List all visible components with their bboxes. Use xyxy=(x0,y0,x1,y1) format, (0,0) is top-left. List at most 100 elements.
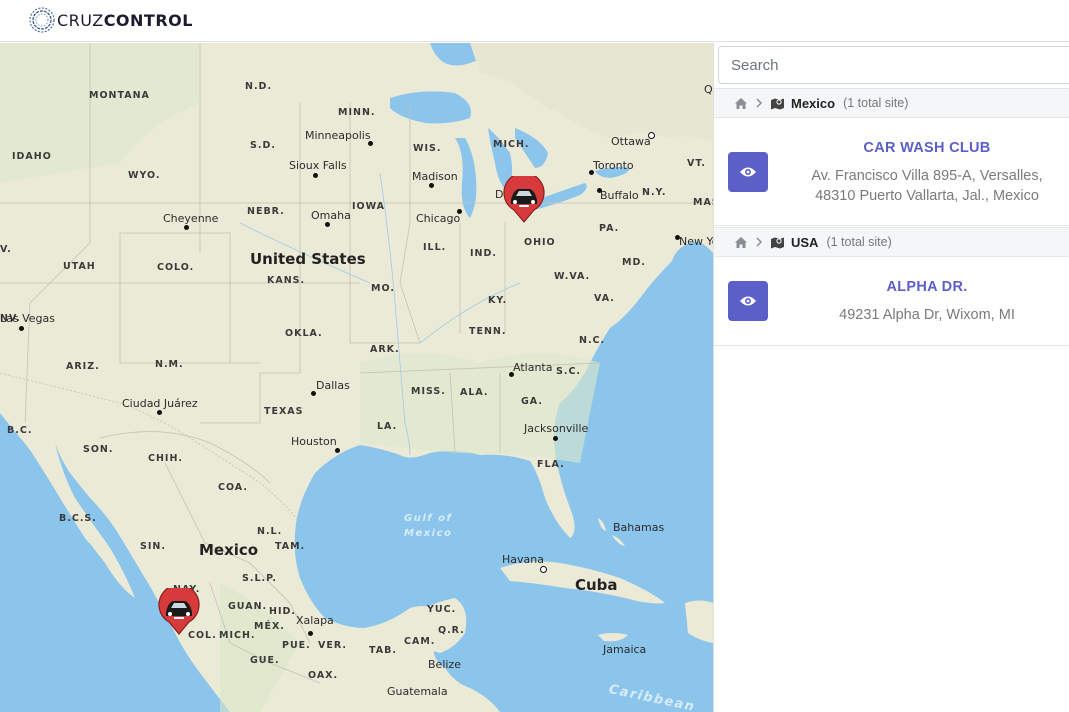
sites-panel: Mexico (1 total site) CAR WASH CLUB Av. … xyxy=(713,43,1069,712)
city-dot xyxy=(313,173,318,178)
logo-mark-icon xyxy=(29,7,55,33)
map-label-state: MISS. xyxy=(411,386,446,397)
map-label-state: WYO. xyxy=(128,170,161,181)
map-label-country: Mexico xyxy=(199,541,259,559)
city-dot xyxy=(308,631,313,636)
home-icon[interactable] xyxy=(734,236,748,249)
site-title[interactable]: ALPHA DR. xyxy=(784,279,1069,295)
map-label-state: OHIO xyxy=(524,237,556,248)
map-label-state: IND. xyxy=(470,248,497,259)
map-label-city: Ottawa xyxy=(611,135,651,148)
map-label-city: Atlanta xyxy=(513,361,553,374)
map-label-state: N.M. xyxy=(155,359,184,370)
site-card: CAR WASH CLUB Av. Francisco Villa 895-A,… xyxy=(714,118,1069,226)
map-label-state: MICH. xyxy=(493,139,530,150)
breadcrumb-site-count: (1 total site) xyxy=(826,235,892,249)
map-label-state: MONTANA xyxy=(89,90,150,101)
search-input[interactable] xyxy=(718,46,1069,84)
map-label-state: WIS. xyxy=(413,143,442,154)
map-label-state: MINN. xyxy=(338,107,376,118)
map-label-state: LA. xyxy=(377,421,398,432)
map-label-state: COA. xyxy=(218,482,248,493)
car-marker-mexico[interactable] xyxy=(155,588,203,636)
map-label-state: N.Y. xyxy=(642,187,667,198)
map-label-state: COLO. xyxy=(157,262,195,273)
view-site-button[interactable] xyxy=(728,281,768,321)
car-marker-usa[interactable] xyxy=(500,176,548,224)
map-label-city: Chicago xyxy=(416,212,461,225)
map-label-state: B.C. xyxy=(7,425,33,436)
map-label-state: MD. xyxy=(622,257,646,268)
map-label-city: Xalapa xyxy=(296,614,334,627)
map-label-city: Toronto xyxy=(593,159,634,172)
site-address-line-1: 49231 Alpha Dr, Wixom, MI xyxy=(839,307,1015,323)
map-label-state: OKLA. xyxy=(285,328,323,339)
map-label-state: Q.R. xyxy=(438,625,465,636)
map-label-state: ILL. xyxy=(423,242,447,253)
map-label-country: United States xyxy=(250,250,366,268)
map-location-icon xyxy=(770,236,785,249)
map-label-city: Sioux Falls xyxy=(289,159,347,172)
city-dot xyxy=(325,222,330,227)
map-label-state: KANS. xyxy=(267,275,306,286)
map-view[interactable]: MONTANA N.D. MINN. IDAHO WYO. S.D. WIS. … xyxy=(0,43,713,712)
breadcrumb-usa[interactable]: USA (1 total site) xyxy=(714,227,1069,257)
city-dot xyxy=(553,436,558,441)
map-label-state: YUC. xyxy=(427,604,457,615)
map-basemap xyxy=(0,43,713,712)
map-label-state: MO. xyxy=(371,283,395,294)
map-label-water: Mexico xyxy=(404,528,453,539)
map-label-state: V. xyxy=(0,244,12,255)
brand-name-light: CRUZ xyxy=(57,10,104,30)
home-icon[interactable] xyxy=(734,97,748,110)
map-label-state: MASS xyxy=(693,197,713,208)
map-label-state: N.D. xyxy=(245,81,273,92)
site-title[interactable]: CAR WASH CLUB xyxy=(784,140,1069,156)
map-label-state: N.L. xyxy=(257,526,283,537)
map-label-city: Jacksonville xyxy=(524,422,589,435)
map-label-city: New York xyxy=(679,235,713,248)
map-label-state: IOWA xyxy=(352,201,386,212)
map-label-city: Bahamas xyxy=(613,521,665,534)
map-label-state: MÉX. xyxy=(254,621,285,632)
map-label-state: B.C.S. xyxy=(59,513,97,524)
map-label-state: CAM. xyxy=(404,636,436,647)
map-label-state: ARK. xyxy=(370,344,400,355)
map-label-state: VT. xyxy=(687,158,706,169)
map-label-state: SIN. xyxy=(140,541,166,552)
map-label-state: CHIH. xyxy=(148,453,184,464)
top-bar: CRUZCONTROL xyxy=(0,0,1069,42)
map-label-country: Cuba xyxy=(575,576,618,594)
map-label-state: TEXAS xyxy=(264,406,304,417)
map-label-city: Ciudad Juárez xyxy=(122,397,198,410)
map-label-state: MICH. xyxy=(219,630,256,641)
map-label-state: SON. xyxy=(83,444,114,455)
breadcrumb-country: USA xyxy=(791,234,819,250)
map-label-state: PUE. xyxy=(282,640,311,651)
map-label-city: Buffalo xyxy=(600,189,639,202)
map-label-state: TENN. xyxy=(469,326,507,337)
map-location-icon xyxy=(770,97,785,110)
map-label-state: VA. xyxy=(594,293,615,304)
brand-wordmark: CRUZCONTROL xyxy=(57,11,193,30)
site-address-line-1: Av. Francisco Villa 895-A, Versalles, xyxy=(811,168,1043,184)
breadcrumb-site-count: (1 total site) xyxy=(843,96,909,110)
eye-icon xyxy=(740,167,756,177)
map-label-city: Omaha xyxy=(311,209,351,222)
map-label-state: FLA. xyxy=(537,459,565,470)
brand-logo[interactable]: CRUZCONTROL xyxy=(28,4,193,36)
map-label-state: UTAH xyxy=(63,261,96,272)
map-label-state: GA. xyxy=(521,396,543,407)
view-site-button[interactable] xyxy=(728,152,768,192)
map-label-state: S.D. xyxy=(250,140,276,151)
map-label-state: S.L.P. xyxy=(242,573,277,584)
map-label-state: ARIZ. xyxy=(66,361,100,372)
map-label-city: Havana xyxy=(502,553,544,566)
map-label-state: HID. xyxy=(269,606,296,617)
map-label-city: Qu xyxy=(704,83,713,96)
breadcrumb-mexico[interactable]: Mexico (1 total site) xyxy=(714,88,1069,118)
map-label-state: NEBR. xyxy=(247,206,285,217)
map-label-state: ALA. xyxy=(460,387,489,398)
city-dot xyxy=(429,183,434,188)
site-card: ALPHA DR. 49231 Alpha Dr, Wixom, MI xyxy=(714,257,1069,346)
